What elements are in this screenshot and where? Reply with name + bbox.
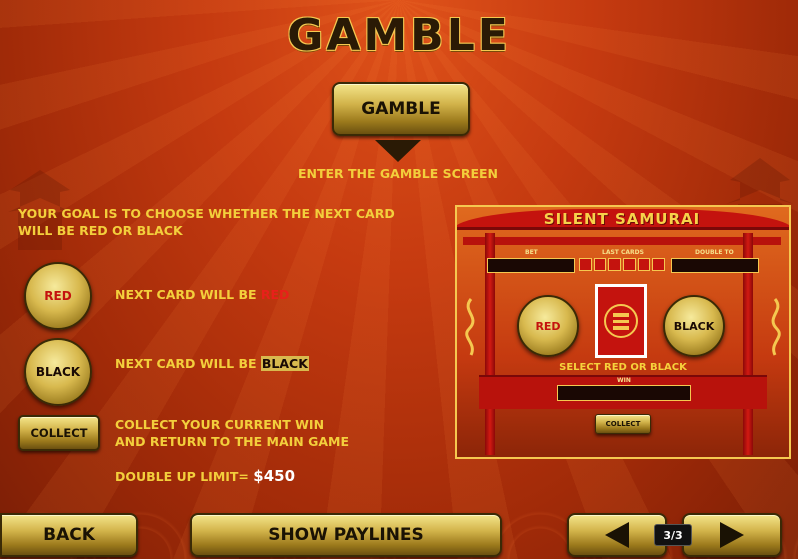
torii-lower-beam [463, 237, 781, 245]
red-button-illustration: RED [24, 262, 92, 330]
collect-button-illustration: COLLECT [18, 415, 100, 451]
preview-select-text: SELECT RED OR BLACK [559, 362, 687, 373]
show-paylines-label: SHOW PAYLINES [268, 525, 424, 545]
preview-double-to-label: DOUBLE TO [695, 249, 734, 256]
red-button-label: RED [44, 289, 72, 303]
dragon-ornament-right-icon [771, 298, 781, 356]
preview-win-field [557, 385, 691, 401]
arrow-right-icon [720, 522, 744, 548]
red-option-description: NEXT CARD WILL BE RED [115, 286, 289, 303]
preview-card-back [595, 284, 647, 358]
preview-double-to-field [671, 258, 759, 273]
goal-text-line2: WILL BE RED OR BLACK [18, 223, 183, 238]
preview-bet-label: BET [525, 249, 538, 256]
previous-page-button[interactable] [567, 513, 667, 557]
preview-black-button: BLACK [663, 295, 725, 357]
double-up-limit: DOUBLE UP LIMIT= $450 [115, 468, 295, 485]
preview-collect-button: COLLECT [595, 414, 651, 434]
next-page-button[interactable] [682, 513, 782, 557]
black-desc-text: NEXT CARD WILL BE [115, 356, 257, 371]
preview-last-cards [579, 258, 666, 271]
page-title: GAMBLE [287, 10, 511, 61]
preview-win-label: WIN [617, 377, 631, 384]
back-button[interactable]: BACK [0, 513, 138, 557]
preview-red-label: RED [535, 319, 561, 333]
arrow-left-icon [605, 522, 629, 548]
double-up-limit-value: $450 [253, 467, 296, 485]
preview-bet-field [487, 258, 575, 273]
black-word: BLACK [260, 356, 309, 371]
gamble-caption: ENTER THE GAMBLE SCREEN [297, 166, 499, 181]
collect-desc-line1: COLLECT YOUR CURRENT WIN [115, 417, 325, 432]
preview-last-cards-label: LAST CARDS [602, 249, 644, 256]
black-button-label: BLACK [35, 365, 81, 379]
collect-desc-line2: AND RETURN TO THE MAIN GAME [115, 434, 350, 449]
double-up-limit-label: DOUBLE UP LIMIT= [115, 469, 249, 484]
back-button-label: BACK [43, 525, 95, 545]
black-option-description: NEXT CARD WILL BE BLACK [115, 355, 309, 372]
down-arrow-icon [375, 140, 421, 162]
preview-logo: SILENT SAMURAI [543, 210, 701, 228]
collect-button-label: COLLECT [30, 426, 88, 440]
red-desc-text: NEXT CARD WILL BE [115, 287, 257, 302]
gamble-button-label: GAMBLE [361, 99, 441, 119]
preview-collect-label: COLLECT [605, 420, 641, 428]
black-button-illustration: BLACK [24, 338, 92, 406]
goal-text-line1: YOUR GOAL IS TO CHOOSE WHETHER THE NEXT … [18, 206, 395, 221]
page-indicator: 3/3 [654, 524, 692, 546]
gamble-screen-preview: SILENT SAMURAI BET LAST CARDS DOUBLE TO … [455, 205, 791, 459]
double-happiness-icon [604, 304, 638, 338]
gamble-button-illustration: GAMBLE [332, 82, 470, 136]
red-word: RED [260, 287, 290, 302]
preview-red-button: RED [517, 295, 579, 357]
dragon-ornament-left-icon [465, 298, 475, 356]
preview-black-label: BLACK [673, 319, 715, 333]
show-paylines-button[interactable]: SHOW PAYLINES [190, 513, 502, 557]
